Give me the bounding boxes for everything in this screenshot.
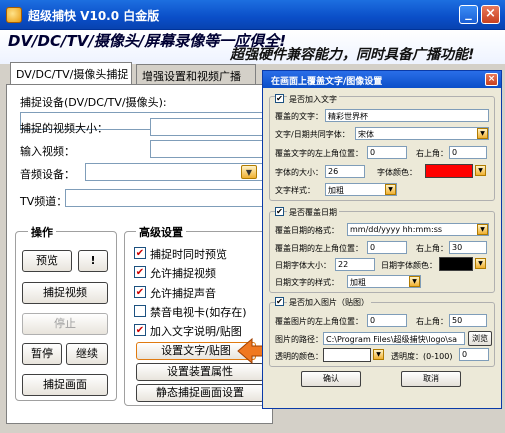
allow-video-checkbox[interactable]: ✔ <box>134 266 146 278</box>
preview-while-capture-label: 捕捉时同时预览 <box>150 248 227 261</box>
image-path-input[interactable]: C:\Program Files\超级捕快\logo\sa <box>323 332 465 345</box>
image-top-input[interactable]: 50 <box>449 314 487 327</box>
tab-dv-capture[interactable]: DV/DC/TV/摄像头捕捉 <box>10 62 132 85</box>
allow-audio-checkbox[interactable]: ✔ <box>134 286 146 298</box>
static-capture-settings-button[interactable]: 静态捕捉画面设置 <box>136 384 264 402</box>
cancel-button[interactable]: 取消 <box>401 371 461 387</box>
chevron-down-icon[interactable]: ▼ <box>475 258 486 269</box>
chevron-down-icon[interactable]: ▼ <box>475 165 486 176</box>
size-label: 捕捉的视频大小： <box>20 122 108 135</box>
device-label: 捕捉设备(DV/DC/TV/摄像头): <box>20 96 167 109</box>
size-select[interactable] <box>150 118 268 136</box>
app-title: 超级捕快 V10.0 白金版 <box>28 9 160 23</box>
font-select[interactable]: 宋体 <box>355 127 489 140</box>
overlay-settings-dialog: 在画面上覆盖文字/图像设置 × ✔ 是否加入文字 覆盖的文字： 精彩世界杯 文字… <box>262 70 502 409</box>
transparent-color-swatch[interactable] <box>323 348 371 362</box>
banner-slogan-2: 超强硬件兼容能力，同时具备广播功能! <box>230 47 475 63</box>
enable-date-checkbox[interactable]: ✔ <box>275 207 284 216</box>
chevron-down-icon[interactable]: ▼ <box>373 349 384 360</box>
text-left-input[interactable]: 0 <box>367 146 407 159</box>
advanced-title: 高级设置 <box>136 224 186 240</box>
chevron-down-icon[interactable]: ▼ <box>385 184 396 195</box>
help-button[interactable]: ! <box>78 250 108 272</box>
overlay-text-label: 覆盖的文字： <box>275 112 323 121</box>
capture-frame-button[interactable]: 捕捉画面 <box>22 374 108 396</box>
image-left-input[interactable]: 0 <box>367 314 407 327</box>
date-left-label: 覆盖日期的左上角位置： <box>275 244 363 253</box>
input-video-label: 输入视频： <box>20 145 75 158</box>
date-style-label: 日期文字的样式： <box>275 278 339 287</box>
allow-video-label: 允许捕捉视频 <box>150 267 216 280</box>
add-text-image-label: 加入文字说明/贴图 <box>150 325 242 338</box>
chevron-down-icon[interactable]: ▼ <box>477 128 488 139</box>
enable-text-checkbox[interactable]: ✔ <box>275 94 284 103</box>
stop-button[interactable]: 停止 <box>22 313 108 335</box>
minimize-button[interactable]: _ <box>459 5 478 24</box>
text-size-label: 字体的大小： <box>275 168 323 177</box>
app-icon <box>6 7 22 23</box>
date-color-label: 日期字体颜色： <box>381 261 437 270</box>
ok-button[interactable]: 确认 <box>301 371 361 387</box>
audio-select[interactable] <box>85 163 263 181</box>
close-button[interactable]: × <box>481 5 500 24</box>
image-left-label: 覆盖图片的左上角位置： <box>275 317 363 326</box>
enable-date-label: 是否覆盖日期 <box>287 207 339 218</box>
chevron-down-icon[interactable]: ▼ <box>241 165 257 179</box>
preview-while-capture-checkbox[interactable]: ✔ <box>134 247 146 259</box>
image-top-label: 右上角： <box>416 317 448 326</box>
chevron-down-icon[interactable]: ▼ <box>477 224 488 235</box>
date-color-swatch[interactable] <box>439 257 473 271</box>
date-format-select[interactable]: mm/dd/yyyy hh:mm:ss <box>347 223 489 236</box>
text-color-swatch[interactable] <box>425 164 473 178</box>
enable-text-label: 是否加入文字 <box>287 94 339 105</box>
mute-tv-checkbox[interactable] <box>134 305 146 317</box>
text-top-label: 右上角： <box>416 149 448 158</box>
capture-video-button[interactable]: 捕捉视频 <box>22 282 108 304</box>
input-video-select[interactable] <box>150 140 268 158</box>
date-size-input[interactable]: 22 <box>335 258 375 271</box>
audio-label: 音频设备： <box>20 168 75 181</box>
tv-channel-label: TV频道： <box>20 195 68 208</box>
chevron-down-icon[interactable]: ▼ <box>409 276 420 287</box>
add-text-image-checkbox[interactable]: ✔ <box>134 324 146 336</box>
date-left-input[interactable]: 0 <box>367 241 407 254</box>
device-properties-button[interactable]: 设置装置属性 <box>136 363 264 381</box>
text-left-label: 覆盖文字的左上角位置： <box>275 149 363 158</box>
dialog-title: 在画面上覆盖文字/图像设置 <box>263 71 501 88</box>
operations-title: 操作 <box>28 224 56 240</box>
tv-channel-input[interactable] <box>65 189 268 207</box>
date-size-label: 日期字体大小： <box>275 261 331 270</box>
date-top-input[interactable]: 30 <box>449 241 487 254</box>
text-color-label: 字体颜色： <box>377 168 417 177</box>
mute-tv-label: 禁音电视卡(如存在) <box>150 306 247 319</box>
tab-advanced-broadcast[interactable]: 增强设置和视频广播 <box>136 64 256 84</box>
opacity-input[interactable]: 0 <box>459 348 489 361</box>
transparent-color-label: 透明的颜色： <box>275 352 323 361</box>
text-top-input[interactable]: 0 <box>449 146 487 159</box>
text-style-label: 文字样式： <box>275 186 315 195</box>
browse-button[interactable]: 浏览 <box>468 331 492 346</box>
pause-button[interactable]: 暂停 <box>22 343 62 365</box>
overlay-text-input[interactable]: 精彩世界杯 <box>325 109 489 122</box>
text-size-input[interactable]: 26 <box>325 165 365 178</box>
enable-image-checkbox[interactable]: ✔ <box>275 297 284 306</box>
opacity-label: 透明度：(0-100) <box>391 352 453 361</box>
font-label: 文字/日期共同字体： <box>275 130 350 139</box>
dialog-close-button[interactable]: × <box>485 73 498 86</box>
enable-image-label: 是否加入图片（贴图） <box>287 297 371 308</box>
preview-button[interactable]: 预览 <box>22 250 72 272</box>
resume-button[interactable]: 继续 <box>66 343 108 365</box>
date-format-label: 覆盖日期的格式： <box>275 226 339 235</box>
image-path-label: 图片的路径： <box>275 335 323 344</box>
date-top-label: 右上角： <box>416 244 448 253</box>
allow-audio-label: 允许捕捉声音 <box>150 287 216 300</box>
status-bar <box>0 425 505 433</box>
